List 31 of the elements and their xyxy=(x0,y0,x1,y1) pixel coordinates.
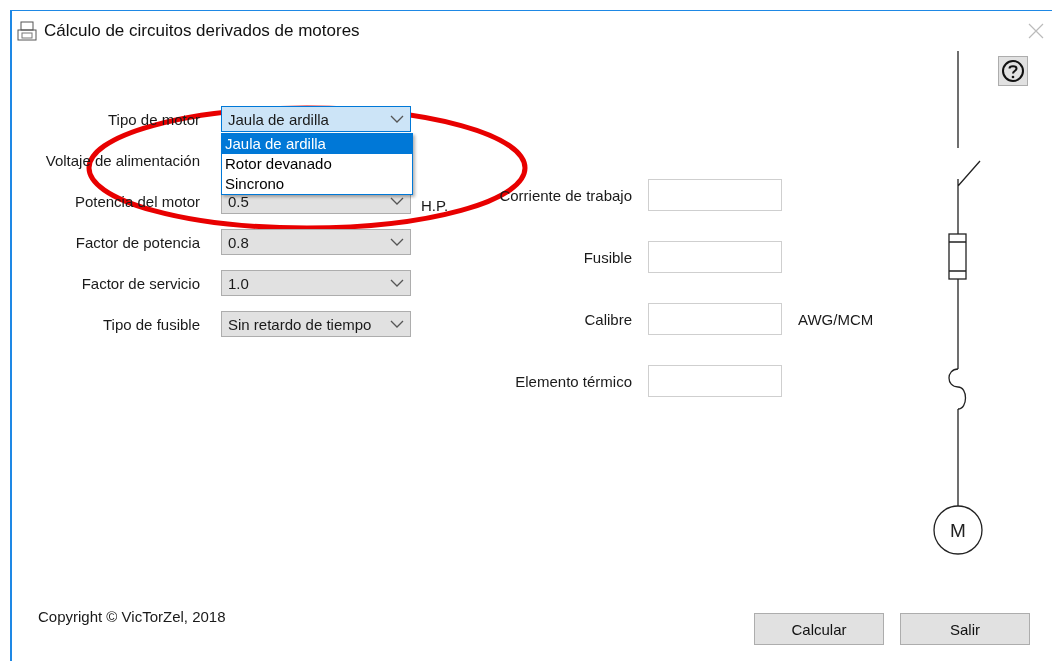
field-label: Calibre xyxy=(584,310,632,328)
action-button[interactable]: Salir xyxy=(900,613,1030,645)
action-button[interactable]: Calcular xyxy=(754,613,884,645)
dropdown-field[interactable]: Sin retardo de tiempo xyxy=(221,311,411,337)
dropdown-option[interactable]: Rotor devanado xyxy=(222,154,412,174)
field-label: Fusible xyxy=(583,248,632,266)
dropdown-option[interactable]: Jaula de ardilla xyxy=(222,134,412,154)
chevron-icon xyxy=(390,320,404,328)
output-field[interactable] xyxy=(648,303,782,335)
dropdown-field[interactable]: 1.0 xyxy=(221,270,411,296)
copyright-text: Copyright © VicTorZel, 2018 xyxy=(38,607,226,625)
unit-label: H.P. xyxy=(421,197,450,214)
chevron-icon xyxy=(390,197,404,205)
app-icon xyxy=(16,20,38,42)
field-label: Tipo de fusible xyxy=(103,315,200,333)
help-button[interactable] xyxy=(998,56,1029,86)
field-label: Factor de servicio xyxy=(81,274,200,292)
circuit-drawing: M xyxy=(928,51,989,571)
field-label: Corriente de trabajo xyxy=(499,186,632,204)
output-field[interactable] xyxy=(648,365,782,397)
chevron-icon xyxy=(390,115,404,123)
chevron-icon xyxy=(390,279,404,287)
unit-label: AWG/MCM xyxy=(798,310,874,328)
output-field[interactable] xyxy=(648,179,782,211)
field-label: Factor de potencia xyxy=(75,233,200,251)
window-title: Cálculo de circuitos derivados de motores xyxy=(44,21,360,41)
close-icon[interactable] xyxy=(1028,23,1044,39)
dropdown-field[interactable]: 0.8 xyxy=(221,229,411,255)
field-label: Elemento térmico xyxy=(515,372,632,390)
chevron-icon xyxy=(390,238,404,246)
output-field[interactable] xyxy=(648,241,782,273)
